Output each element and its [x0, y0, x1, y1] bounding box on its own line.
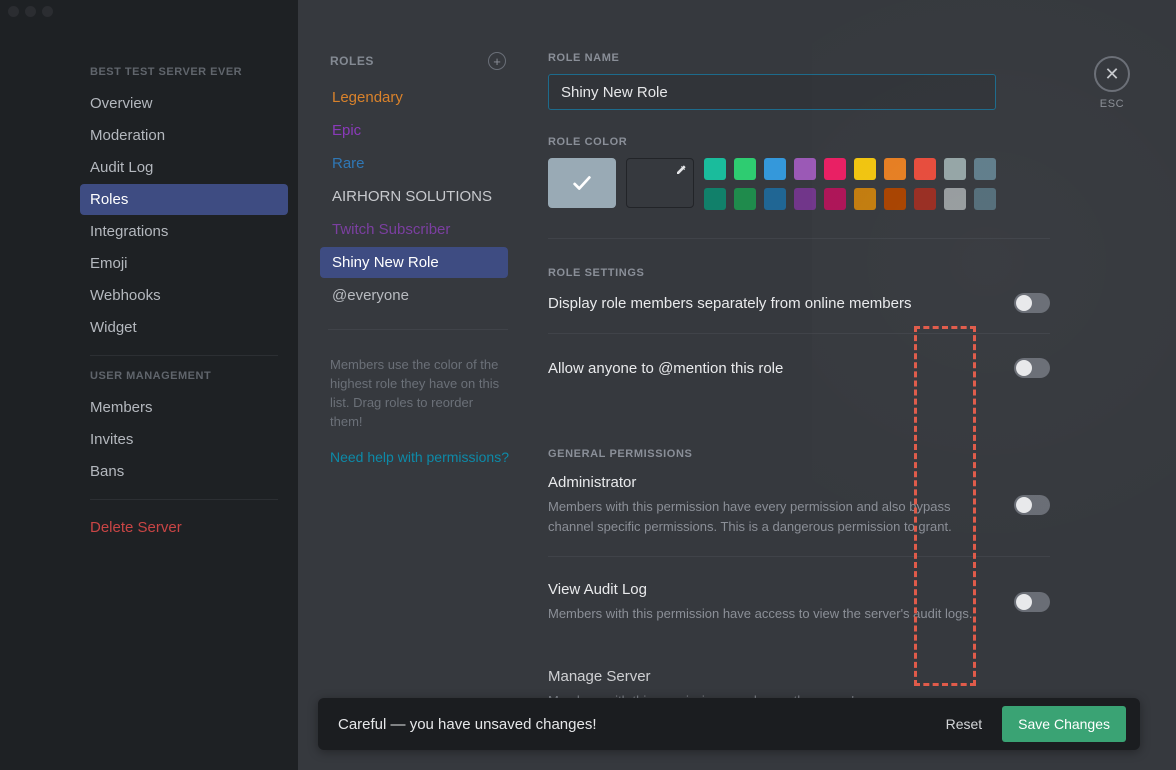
- permissions-help-link[interactable]: Need help with permissions?: [330, 449, 509, 465]
- color-swatch[interactable]: [944, 158, 966, 180]
- color-swatch[interactable]: [764, 158, 786, 180]
- color-swatch[interactable]: [884, 158, 906, 180]
- color-swatch[interactable]: [734, 188, 756, 210]
- role-settings-label: ROLE SETTINGS: [548, 267, 1050, 279]
- add-role-button[interactable]: +: [488, 52, 506, 70]
- color-swatch[interactable]: [974, 158, 996, 180]
- sidebar-item-bans[interactable]: Bans: [80, 456, 288, 487]
- roles-column: ROLES + LegendaryEpicRareAIRHORN SOLUTIO…: [298, 0, 514, 770]
- reset-button[interactable]: Reset: [946, 716, 983, 732]
- role-item[interactable]: Twitch Subscriber: [320, 214, 508, 245]
- sidebar-item-moderation[interactable]: Moderation: [80, 120, 288, 151]
- color-swatch[interactable]: [914, 158, 936, 180]
- color-swatch[interactable]: [914, 188, 936, 210]
- perm-view-audit-log-label: View Audit Log: [548, 581, 1014, 598]
- roles-heading: ROLES: [330, 54, 374, 68]
- window-traffic-lights: [8, 6, 53, 17]
- close-settings-button[interactable]: ✕ ESC: [1094, 56, 1130, 110]
- setting-display-separately-toggle[interactable]: [1014, 293, 1050, 313]
- color-swatch[interactable]: [824, 188, 846, 210]
- role-item[interactable]: @everyone: [320, 280, 508, 311]
- sidebar-category-user-mgmt: USER MANAGEMENT: [90, 370, 278, 382]
- color-swatch[interactable]: [704, 188, 726, 210]
- perm-manage-server-label: Manage Server: [548, 668, 1050, 685]
- color-swatch[interactable]: [944, 188, 966, 210]
- perm-administrator-toggle[interactable]: [1014, 495, 1050, 515]
- setting-allow-mention-toggle[interactable]: [1014, 358, 1050, 378]
- sidebar-item-overview[interactable]: Overview: [80, 88, 288, 119]
- role-color-label: ROLE COLOR: [548, 136, 1050, 148]
- role-item[interactable]: Legendary: [320, 82, 508, 113]
- delete-server-button[interactable]: Delete Server: [80, 512, 288, 543]
- role-name-label: ROLE NAME: [548, 52, 1050, 64]
- close-icon: ✕: [1104, 64, 1119, 85]
- general-permissions-label: GENERAL PERMISSIONS: [548, 448, 1050, 460]
- eyedropper-icon: [675, 164, 687, 176]
- sidebar-item-members[interactable]: Members: [80, 392, 288, 423]
- color-swatch[interactable]: [704, 158, 726, 180]
- color-swatch[interactable]: [884, 188, 906, 210]
- role-item[interactable]: Shiny New Role: [320, 247, 508, 278]
- check-icon: [571, 172, 593, 194]
- setting-display-separately-label: Display role members separately from onl…: [548, 295, 1014, 312]
- role-color-default[interactable]: [548, 158, 616, 208]
- color-swatch[interactable]: [854, 158, 876, 180]
- color-swatch[interactable]: [974, 188, 996, 210]
- color-swatch-grid: [704, 158, 996, 210]
- role-color-custom[interactable]: [626, 158, 694, 208]
- role-detail-column: ROLE NAME ROLE COLOR ROLE SETTINGS Displ…: [514, 0, 1176, 770]
- roles-hint-text: Members use the color of the highest rol…: [330, 356, 514, 431]
- sidebar-item-roles[interactable]: Roles: [80, 184, 288, 215]
- role-item[interactable]: Rare: [320, 148, 508, 179]
- esc-label: ESC: [1094, 98, 1130, 110]
- perm-view-audit-log-toggle[interactable]: [1014, 592, 1050, 612]
- setting-allow-mention-label: Allow anyone to @mention this role: [548, 360, 1014, 377]
- main-content: ROLES + LegendaryEpicRareAIRHORN SOLUTIO…: [298, 0, 1176, 770]
- role-item[interactable]: AIRHORN SOLUTIONS: [320, 181, 508, 212]
- sidebar-item-integrations[interactable]: Integrations: [80, 216, 288, 247]
- color-swatch[interactable]: [794, 158, 816, 180]
- unsaved-changes-bar: Careful — you have unsaved changes! Rese…: [318, 698, 1140, 750]
- color-swatch[interactable]: [764, 188, 786, 210]
- perm-administrator-label: Administrator: [548, 474, 1014, 491]
- sidebar-category-server: BEST TEST SERVER EVER: [90, 66, 278, 78]
- color-swatch[interactable]: [854, 188, 876, 210]
- sidebar-item-widget[interactable]: Widget: [80, 312, 288, 343]
- sidebar-item-webhooks[interactable]: Webhooks: [80, 280, 288, 311]
- perm-view-audit-log-desc: Members with this permission have access…: [548, 604, 978, 624]
- sidebar-item-audit-log[interactable]: Audit Log: [80, 152, 288, 183]
- role-name-input[interactable]: [548, 74, 996, 110]
- server-settings-sidebar: BEST TEST SERVER EVER OverviewModeration…: [0, 0, 298, 770]
- sidebar-item-emoji[interactable]: Emoji: [80, 248, 288, 279]
- color-swatch[interactable]: [794, 188, 816, 210]
- color-swatch[interactable]: [824, 158, 846, 180]
- save-changes-button[interactable]: Save Changes: [1002, 706, 1126, 742]
- role-item[interactable]: Epic: [320, 115, 508, 146]
- sidebar-item-invites[interactable]: Invites: [80, 424, 288, 455]
- unsaved-message: Careful — you have unsaved changes!: [338, 716, 946, 733]
- color-swatch[interactable]: [734, 158, 756, 180]
- perm-administrator-desc: Members with this permission have every …: [548, 497, 978, 536]
